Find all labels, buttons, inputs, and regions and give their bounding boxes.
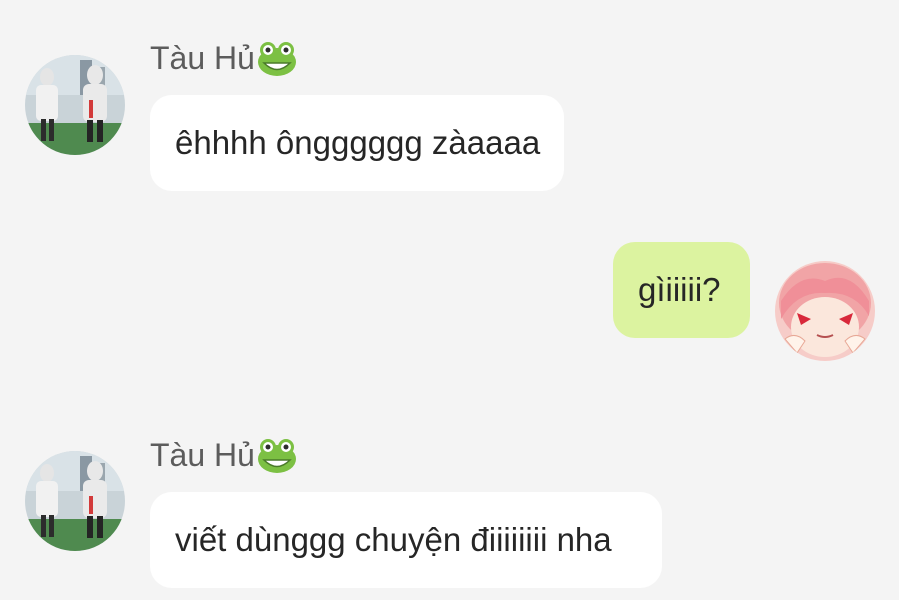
frog-face-icon xyxy=(257,41,297,77)
avatar-photo-two-people xyxy=(25,451,125,551)
avatar-anime-girl xyxy=(775,261,875,361)
frog-face-icon xyxy=(257,438,297,474)
incoming-message-bubble[interactable]: viết dùnggg chuyện điiiiiiii nha xyxy=(150,492,662,588)
sender-avatar[interactable] xyxy=(25,451,125,551)
my-avatar[interactable] xyxy=(775,261,875,361)
sender-avatar[interactable] xyxy=(25,55,125,155)
incoming-message-bubble[interactable]: êhhhh ôngggggg zàaaaa xyxy=(150,95,564,191)
sender-name: Tàu Hủ xyxy=(150,40,297,77)
chat-thread: Tàu Hủ êhhhh ôngggggg zàaaaa gìiiiii? Tà… xyxy=(0,0,899,600)
sender-name-text: Tàu Hủ xyxy=(150,437,255,473)
message-text: êhhhh ôngggggg zàaaaa xyxy=(175,124,541,161)
outgoing-message-bubble[interactable]: gìiiiii? xyxy=(613,242,750,338)
message-text: gìiiiii? xyxy=(638,271,721,308)
sender-name: Tàu Hủ xyxy=(150,437,297,474)
sender-name-text: Tàu Hủ xyxy=(150,40,255,76)
message-text: viết dùnggg chuyện điiiiiiii nha xyxy=(175,521,612,558)
avatar-photo-two-people xyxy=(25,55,125,155)
